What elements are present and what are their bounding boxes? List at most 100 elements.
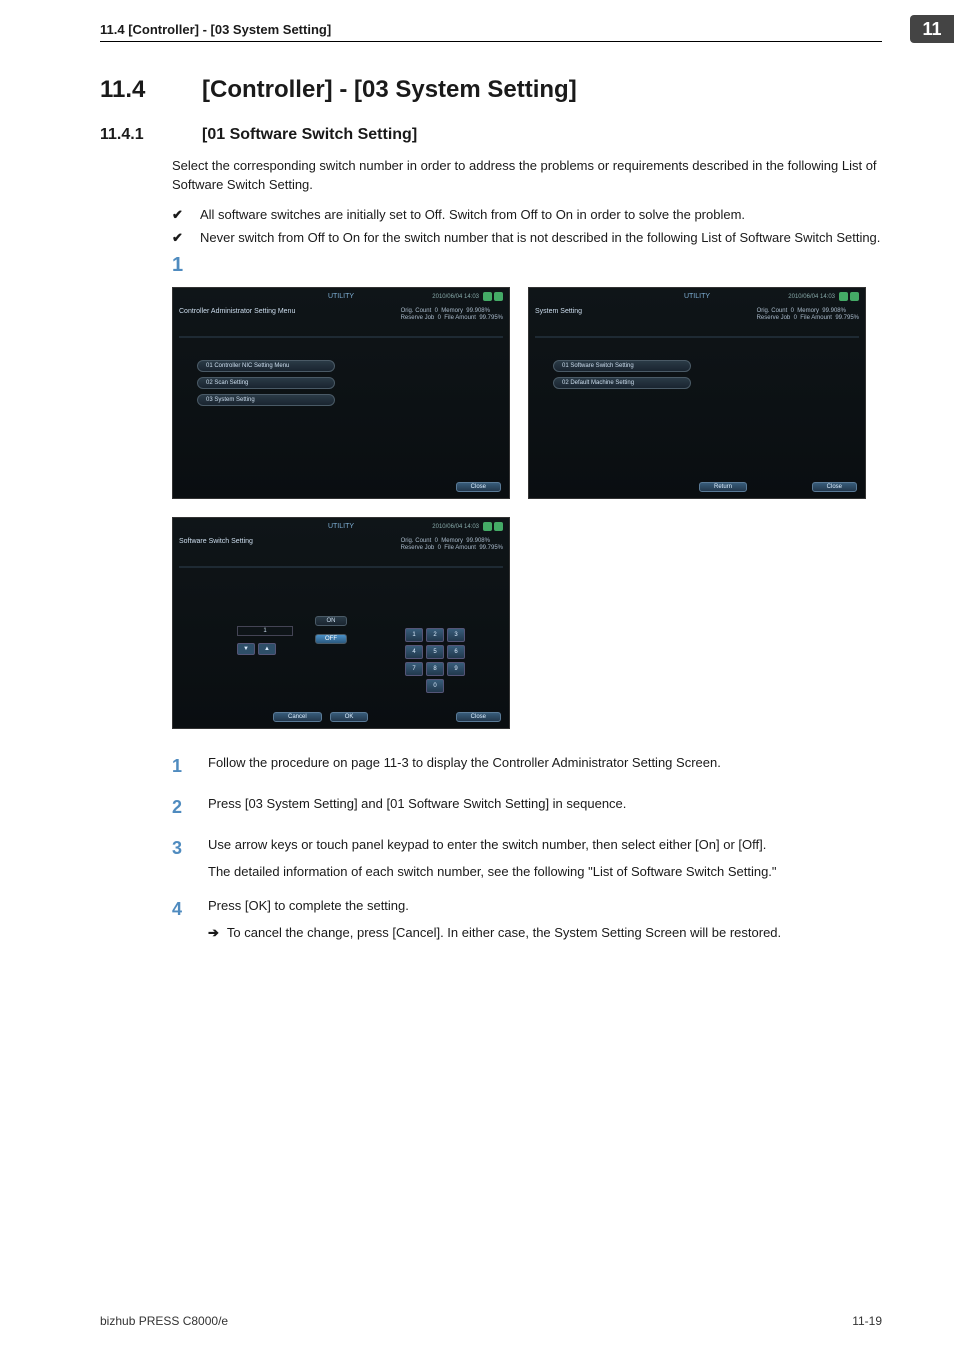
stats-value: 0	[435, 538, 438, 544]
step-text: Use arrow keys or touch panel keypad to …	[208, 837, 766, 852]
check-item: ✔ All software switches are initially se…	[172, 205, 882, 225]
status-icon	[483, 292, 492, 301]
keypad-6[interactable]: 6	[447, 645, 465, 659]
screen-stats: Orig. Count 0 Memory 99.908% Reserve Job…	[757, 308, 859, 324]
close-button[interactable]: Close	[456, 712, 501, 722]
procedure-step-marker: 1	[172, 254, 882, 277]
screenshot-software-switch: UTILITY 2010/06/04 14:03 Software Switch…	[172, 517, 510, 729]
keypad-8[interactable]: 8	[426, 662, 444, 676]
stats-label: Memory	[441, 308, 463, 314]
step-item: 2 Press [03 System Setting] and [01 Soft…	[172, 794, 882, 821]
check-text: All software switches are initially set …	[200, 205, 745, 225]
stats-value: 0	[794, 315, 797, 321]
screen-menu: 01 Controller NIC Setting Menu 02 Scan S…	[197, 360, 335, 406]
screen-stats: Orig. Count 0 Memory 99.908% Reserve Job…	[401, 538, 503, 554]
stats-label: Reserve Job	[401, 315, 435, 321]
step-number: 2	[172, 794, 190, 821]
help-icon	[494, 292, 503, 301]
stats-value: 0	[435, 308, 438, 314]
step-text: Press [03 System Setting] and [01 Softwa…	[208, 796, 626, 811]
menu-item-system-setting[interactable]: 03 System Setting	[197, 394, 335, 406]
footer-page-number: 11-19	[852, 1314, 882, 1328]
stats-value: 99.908%	[466, 308, 490, 314]
step-number: 4	[172, 896, 190, 943]
screenshot-gallery: UTILITY 2010/06/04 14:03 Controller Admi…	[172, 287, 882, 729]
keypad-7[interactable]: 7	[405, 662, 423, 676]
screen-datetime: 2010/06/04 14:03	[788, 294, 835, 300]
stats-value: 99.795%	[835, 315, 859, 321]
check-text: Never switch from Off to On for the swit…	[200, 228, 880, 248]
check-item: ✔ Never switch from Off to On for the sw…	[172, 228, 882, 248]
arrow-icon: ➔	[208, 923, 219, 943]
off-button[interactable]: OFF	[315, 634, 347, 644]
stats-label: File Amount	[444, 315, 476, 321]
screen-title: System Setting	[535, 308, 582, 315]
stats-label: Reserve Job	[757, 315, 791, 321]
menu-item-scan-setting[interactable]: 02 Scan Setting	[197, 377, 335, 389]
step-result: To cancel the change, press [Cancel]. In…	[227, 923, 781, 943]
screen-utility-label: UTILITY	[328, 293, 354, 300]
section-number: 11.4	[100, 76, 172, 104]
step-number: 3	[172, 835, 190, 882]
subsection-heading: 11.4.1 [01 Software Switch Setting]	[100, 126, 882, 144]
keypad-0[interactable]: 0	[426, 679, 444, 693]
subsection-number: 11.4.1	[100, 126, 172, 144]
keypad-9[interactable]: 9	[447, 662, 465, 676]
screenshot-admin-menu: UTILITY 2010/06/04 14:03 Controller Admi…	[172, 287, 510, 499]
running-header: 11.4 [Controller] - [03 System Setting]	[100, 22, 882, 42]
keypad-5[interactable]: 5	[426, 645, 444, 659]
help-icon	[850, 292, 859, 301]
close-button[interactable]: Close	[812, 482, 857, 492]
menu-item-software-switch[interactable]: 01 Software Switch Setting	[553, 360, 691, 372]
stats-value: 0	[438, 315, 441, 321]
stats-value: 99.908%	[466, 538, 490, 544]
screen-utility-label: UTILITY	[684, 293, 710, 300]
stats-label: Reserve Job	[401, 545, 435, 551]
stats-label: File Amount	[800, 315, 832, 321]
keypad-1[interactable]: 1	[405, 628, 423, 642]
subsection-title: [01 Software Switch Setting]	[202, 126, 417, 144]
stats-label: Memory	[797, 308, 819, 314]
intro-paragraph: Select the corresponding switch number i…	[172, 157, 882, 195]
check-icon: ✔	[172, 228, 186, 248]
screen-title: Controller Administrator Setting Menu	[179, 308, 295, 315]
return-button[interactable]: Return	[699, 482, 747, 492]
status-icon	[483, 522, 492, 531]
screen-status-icons	[483, 292, 503, 301]
check-list: ✔ All software switches are initially se…	[172, 205, 882, 248]
section-heading: 11.4 [Controller] - [03 System Setting]	[100, 76, 882, 104]
keypad-3[interactable]: 3	[447, 628, 465, 642]
stats-value: 99.795%	[479, 545, 503, 551]
menu-item-default-machine[interactable]: 02 Default Machine Setting	[553, 377, 691, 389]
on-button[interactable]: ON	[315, 616, 347, 626]
stats-label: File Amount	[444, 545, 476, 551]
stats-label: Memory	[441, 538, 463, 544]
arrow-down-button[interactable]: ▼	[237, 643, 255, 655]
arrow-up-button[interactable]: ▲	[258, 643, 276, 655]
screenshot-system-setting: UTILITY 2010/06/04 14:03 System Setting …	[528, 287, 866, 499]
status-icon	[839, 292, 848, 301]
stats-label: Orig. Count	[401, 308, 432, 314]
screen-datetime: 2010/06/04 14:03	[432, 294, 479, 300]
screen-stats: Orig. Count 0 Memory 99.908% Reserve Job…	[401, 308, 503, 324]
step-item: 4 Press [OK] to complete the setting. ➔ …	[172, 896, 882, 943]
step-item: 3 Use arrow keys or touch panel keypad t…	[172, 835, 882, 882]
step-text: Follow the procedure on page 11-3 to dis…	[208, 755, 721, 770]
help-icon	[494, 522, 503, 531]
footer-product: bizhub PRESS C8000/e	[100, 1314, 228, 1328]
numbered-steps: 1 Follow the procedure on page 11-3 to d…	[172, 753, 882, 943]
close-button[interactable]: Close	[456, 482, 501, 492]
stats-value: 99.908%	[822, 308, 846, 314]
check-icon: ✔	[172, 205, 186, 225]
ok-button[interactable]: OK	[330, 712, 369, 722]
stats-label: Orig. Count	[757, 308, 788, 314]
stats-value: 0	[791, 308, 794, 314]
screen-status-icons	[839, 292, 859, 301]
menu-item-nic-setting[interactable]: 01 Controller NIC Setting Menu	[197, 360, 335, 372]
cancel-button[interactable]: Cancel	[273, 712, 322, 722]
keypad-2[interactable]: 2	[426, 628, 444, 642]
stats-label: Orig. Count	[401, 538, 432, 544]
page-footer: bizhub PRESS C8000/e 11-19	[100, 1314, 882, 1328]
switch-number-input[interactable]: 1	[237, 626, 293, 636]
keypad-4[interactable]: 4	[405, 645, 423, 659]
